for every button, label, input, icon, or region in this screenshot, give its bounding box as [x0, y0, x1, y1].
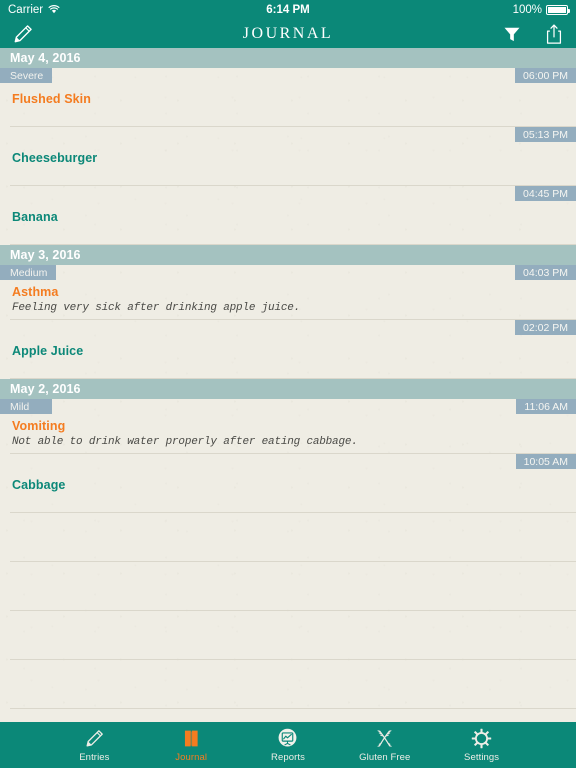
date-header: May 3, 2016 — [0, 245, 576, 265]
journal-entry-row[interactable]: Mild 11:06 AM Vomiting Not able to drink wa… — [0, 399, 576, 454]
meta-spacer — [0, 186, 515, 201]
tab-entries[interactable]: Entries — [46, 722, 143, 768]
wheat-cross-icon — [377, 730, 392, 747]
entry-meta: Medium 04:03 PM — [0, 265, 576, 280]
book-icon — [181, 728, 202, 750]
entry-time-badge: 02:02 PM — [515, 320, 576, 335]
tab-reports[interactable]: Reports — [240, 722, 337, 768]
entry-time-badge: 04:03 PM — [515, 265, 576, 280]
meta-spacer — [0, 127, 515, 142]
meta-spacer — [0, 320, 515, 335]
empty-journal-row — [10, 660, 576, 709]
filter-funnel-icon — [504, 27, 520, 42]
journal-entry-row[interactable]: Medium 04:03 PM Asthma Feeling very sick af… — [0, 265, 576, 320]
entry-title: Flushed Skin — [12, 92, 91, 106]
book-icon — [184, 730, 198, 747]
entry-meta: 04:45 PM — [0, 186, 576, 201]
entry-meta: 10:05 AM — [0, 454, 576, 469]
journal-entry-row[interactable]: 04:45 PM Banana — [10, 186, 576, 245]
journal-entry-row[interactable]: 10:05 AM Cabbage — [10, 454, 576, 513]
journal-entry-row[interactable]: 02:02 PM Apple Juice — [10, 320, 576, 379]
battery-percent-label: 100% — [512, 4, 542, 16]
date-header: May 2, 2016 — [0, 379, 576, 399]
app-screen: Carrier 6:14 PM 100% JOURNAL May 4, 2016… — [0, 0, 576, 768]
meta-spacer — [0, 454, 516, 469]
carrier-label: Carrier — [8, 4, 44, 16]
chart-report-icon — [277, 728, 298, 750]
entry-title: Apple Juice — [12, 344, 84, 358]
entry-time-badge: 05:13 PM — [515, 127, 576, 142]
status-bar: Carrier 6:14 PM 100% — [0, 0, 576, 20]
empty-journal-row — [10, 611, 576, 660]
wheat-cross-icon — [374, 728, 395, 750]
chart-report-icon — [279, 728, 297, 747]
entry-time-badge: 06:00 PM — [515, 68, 576, 83]
meta-spacer — [52, 68, 515, 83]
battery-full-icon — [546, 5, 570, 15]
severity-badge: Mild — [0, 399, 52, 414]
page-title: JOURNAL — [242, 25, 334, 42]
tab-label: Settings — [464, 751, 500, 763]
tab-label: Journal — [175, 751, 208, 763]
empty-journal-row — [10, 709, 576, 722]
severity-badge: Medium — [0, 265, 57, 280]
journal-entry-row[interactable]: 05:13 PM Cheeseburger — [10, 127, 576, 186]
edit-entry-button[interactable] — [12, 23, 34, 45]
entry-title: Banana — [12, 210, 58, 224]
status-bar-time: 6:14 PM — [266, 4, 310, 16]
tab-label: Entries — [79, 751, 110, 763]
journal-list[interactable]: May 4, 2016 Severe 06:00 PM Flushed Skin 05:… — [0, 48, 576, 722]
empty-journal-row — [10, 562, 576, 611]
navigation-actions — [502, 23, 564, 45]
gear-icon — [471, 728, 492, 750]
entry-meta: Mild 11:06 AM — [0, 399, 576, 414]
pencil-icon — [14, 25, 32, 43]
filter-button[interactable] — [502, 24, 522, 44]
status-bar-right: 100% — [512, 4, 570, 16]
entry-meta: Severe 06:00 PM — [0, 68, 576, 83]
journal-entry-row[interactable]: Severe 06:00 PM Flushed Skin — [0, 68, 576, 127]
meta-spacer — [52, 399, 516, 414]
entry-title: Cheeseburger — [12, 151, 98, 165]
entry-time-badge: 04:45 PM — [515, 186, 576, 201]
empty-journal-row — [10, 513, 576, 562]
entry-time-badge: 11:06 AM — [516, 399, 576, 414]
tab-gluten-free[interactable]: Gluten Free — [336, 722, 433, 768]
share-button[interactable] — [544, 23, 564, 45]
status-bar-left: Carrier — [8, 4, 60, 17]
entry-title: Vomiting — [12, 419, 66, 433]
tab-settings[interactable]: Settings — [433, 722, 530, 768]
tab-journal[interactable]: Journal — [143, 722, 240, 768]
entry-meta: 05:13 PM — [0, 127, 576, 142]
entry-meta: 02:02 PM — [0, 320, 576, 335]
entry-note: Not able to drink water properly after e… — [12, 436, 358, 448]
navigation-bar: JOURNAL — [0, 20, 576, 48]
entry-title: Cabbage — [12, 478, 66, 492]
severity-badge: Severe — [0, 68, 53, 83]
pencil-icon — [84, 728, 105, 750]
share-icon — [546, 24, 562, 44]
tab-bar: Entries Journal Reports Gluten Free Settings — [0, 722, 576, 768]
tab-label: Gluten Free — [359, 751, 411, 763]
entry-note: Feeling very sick after drinking apple j… — [12, 302, 301, 314]
journal-sections: May 4, 2016 Severe 06:00 PM Flushed Skin 05:… — [0, 48, 576, 722]
tab-label: Reports — [271, 751, 305, 763]
wifi-icon — [48, 4, 60, 17]
gear-icon — [471, 728, 492, 749]
entry-time-badge: 10:05 AM — [515, 454, 576, 469]
meta-spacer — [56, 265, 515, 280]
entry-title: Asthma — [12, 285, 59, 299]
date-header: May 4, 2016 — [0, 48, 576, 68]
pencil-icon — [86, 730, 103, 747]
